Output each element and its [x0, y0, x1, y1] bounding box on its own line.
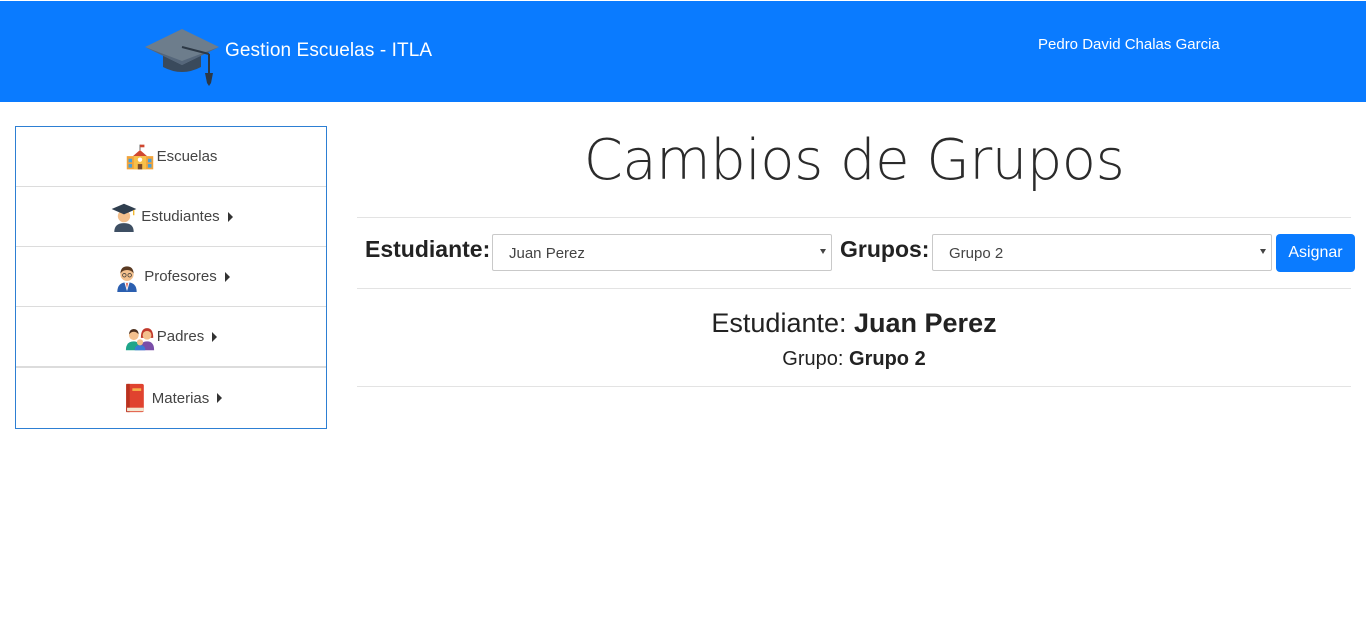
- caret-right-icon: [227, 211, 233, 222]
- group-label: Grupos:: [840, 236, 930, 262]
- chevron-down-icon: [1260, 249, 1266, 254]
- brand-link[interactable]: Gestion Escuelas - ITLA: [143, 25, 432, 87]
- family-icon: [125, 327, 154, 350]
- school-building-icon: [126, 144, 153, 169]
- sidebar-item-estudiantes[interactable]: Estudiantes: [16, 187, 326, 247]
- student-summary: Estudiante: Juan Perez: [357, 308, 1351, 339]
- user-name-link[interactable]: Pedro David Chalas Garcia: [1038, 36, 1220, 53]
- caret-right-icon: [224, 271, 230, 282]
- divider: [357, 386, 1351, 387]
- group-summary: Grupo: Grupo 2: [357, 348, 1351, 371]
- page-title: Cambios de Grupos: [583, 128, 1125, 193]
- divider: [357, 288, 1351, 289]
- teacher-icon: [117, 265, 137, 292]
- sidebar-item-label: Padres: [156, 328, 205, 345]
- summary-group-value: Grupo 2: [849, 348, 926, 370]
- student-select[interactable]: Juan Perez: [492, 234, 832, 271]
- sidebar-item-profesores[interactable]: Profesores: [16, 247, 326, 307]
- caret-right-icon: [217, 393, 223, 403]
- sidebar-item-materias[interactable]: Materias: [16, 367, 326, 428]
- summary-student-prefix: Estudiante:: [711, 308, 847, 338]
- summary-group-prefix: Grupo:: [782, 348, 844, 370]
- group-select[interactable]: Grupo 2: [932, 234, 1272, 271]
- top-navbar: Gestion Escuelas - ITLA Pedro David Chal…: [0, 1, 1366, 102]
- sidebar-item-label: Escuelas: [156, 148, 218, 165]
- graduation-cap-icon: [145, 29, 219, 86]
- assign-button[interactable]: Asignar: [1276, 234, 1355, 272]
- student-select-value: Juan Perez: [509, 245, 585, 262]
- caret-right-icon: [212, 331, 218, 342]
- group-select-value: Grupo 2: [949, 245, 1004, 262]
- brand-title: Gestion Escuelas - ITLA: [225, 40, 433, 61]
- sidebar-item-label: Materias: [151, 389, 210, 407]
- sidebar-item-padres[interactable]: Padres: [16, 307, 326, 367]
- graduate-student-icon: [111, 203, 137, 232]
- sidebar-item-escuelas[interactable]: Escuelas: [16, 127, 326, 187]
- sidebar-menu: Escuelas Estudiantes Profesores Padres M…: [15, 126, 327, 429]
- chevron-down-icon: [820, 249, 826, 254]
- sidebar-item-label: Estudiantes: [141, 208, 220, 225]
- student-label: Estudiante:: [365, 236, 491, 262]
- divider: [357, 217, 1351, 218]
- sidebar-item-label: Profesores: [144, 268, 217, 285]
- summary-student-value: Juan Perez: [854, 308, 997, 338]
- book-icon: [125, 383, 144, 413]
